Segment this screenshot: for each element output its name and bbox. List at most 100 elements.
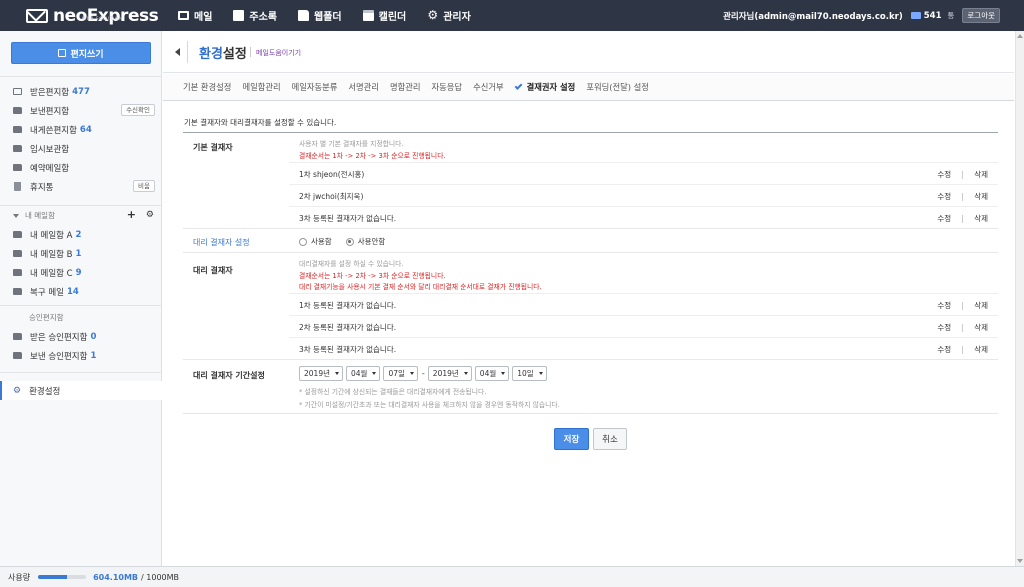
nav-mail[interactable]: 메일 <box>178 8 212 23</box>
logo[interactable]: neoExpress <box>26 5 159 27</box>
end-year-select[interactable]: 2019년 <box>427 366 472 381</box>
start-year-select[interactable]: 2019년 <box>299 366 343 381</box>
check-icon <box>514 81 522 90</box>
approver-text: 1차 등록된 결재자가 없습니다. <box>299 301 397 310</box>
sidebar-item-my-c[interactable]: 내 메일함 C 9 <box>0 263 162 282</box>
collapse-sidebar-icon[interactable] <box>175 48 180 56</box>
unread-count: 2 <box>75 229 82 240</box>
compose-button[interactable]: 편지쓰기 <box>11 42 151 64</box>
gear-icon[interactable]: ⚙ <box>146 210 154 220</box>
user-account[interactable]: 관리자님(admin@mail70.neodays.co.kr) <box>723 10 903 22</box>
delete-button[interactable]: 삭제 <box>974 213 988 224</box>
sidebar-item-drafts[interactable]: 임시보관함 <box>0 139 162 158</box>
list-item: 1차 shjeon(전시홍) 수정 삭제 <box>289 162 998 183</box>
list-item: 3차 등록된 결재자가 없습니다. 수정 삭제 <box>289 337 998 358</box>
my-mailbox-header[interactable]: 내 메일함 + ⚙ <box>0 206 162 225</box>
folder-icon <box>13 288 22 295</box>
delete-button[interactable]: 삭제 <box>974 322 988 333</box>
start-year-value: 2019년 <box>304 369 330 378</box>
approver-text: 3차 등록된 결재자가 없습니다. <box>299 214 397 223</box>
tab-forwarding[interactable]: 포워딩(전달) 설정 <box>586 81 649 93</box>
delete-button[interactable]: 삭제 <box>974 169 988 180</box>
unread-count: 477 <box>72 86 90 97</box>
sidebar-item-my-b[interactable]: 내 메일함 B 1 <box>0 244 162 263</box>
end-month-select[interactable]: 04월 <box>474 366 510 381</box>
nav-calendar[interactable]: 캘린더 <box>362 8 407 23</box>
list-item: 2차 등록된 결재자가 없습니다. 수정 삭제 <box>289 315 998 336</box>
read-receipt-button[interactable]: 수신확인 <box>121 104 155 116</box>
sidebar-item-recovered[interactable]: 복구 메일 14 <box>0 282 162 301</box>
approver-text: 3차 등록된 결재자가 없습니다. <box>299 345 397 354</box>
sidebar-item-settings[interactable]: ⚙ 환경설정 <box>0 381 162 400</box>
proxy-approver-label: 대리 결재자 <box>193 266 233 275</box>
nav-address-book[interactable]: 주소록 <box>233 8 277 23</box>
nav-web-folder[interactable]: 웹폴더 <box>298 8 342 23</box>
proxy-approver-section: 대리 결재자 대리결재자를 설정 하실 수 있습니다. 결재순서는 1차 -> … <box>183 253 998 360</box>
tab-auto-sort[interactable]: 메일자동분류 <box>292 81 338 93</box>
sidebar-item-scheduled[interactable]: 예약메일함 <box>0 158 162 177</box>
sidebar-item-my-a[interactable]: 내 메일함 A 2 <box>0 225 162 244</box>
tab-approver-settings[interactable]: 결재권자 설정 <box>514 81 575 93</box>
radio-use-label[interactable]: 사용함 <box>311 236 332 247</box>
scrollbar[interactable] <box>1015 31 1024 566</box>
top-bar: neoExpress WEB SOLUTION 메일 주소록 웹폴더 캘린더 ⚙… <box>0 0 1024 31</box>
page-title: 환경설정 <box>199 43 247 62</box>
mail-count[interactable]: 541 <box>910 11 941 21</box>
start-day-select[interactable]: 07일 <box>383 366 418 381</box>
list-item: 3차 등록된 결재자가 없습니다. 수정 삭제 <box>289 206 998 227</box>
edit-button[interactable]: 수정 <box>937 191 951 202</box>
edit-button[interactable]: 수정 <box>937 322 951 333</box>
tab-business-card[interactable]: 명함관리 <box>390 81 421 93</box>
logout-button[interactable]: 로그아웃 <box>962 8 1000 23</box>
logo-subtitle: WEB SOLUTION <box>82 17 123 22</box>
sidebar-item-approval-sent[interactable]: 보낸 승인편지함 1 <box>0 346 162 365</box>
delete-button[interactable]: 삭제 <box>974 191 988 202</box>
edit-button[interactable]: 수정 <box>937 344 951 355</box>
unread-count: 1 <box>90 350 97 361</box>
folder-icon <box>13 164 22 171</box>
edit-button[interactable]: 수정 <box>937 169 951 180</box>
top-right: 관리자님(admin@mail70.neodays.co.kr) 541 통 로… <box>723 0 1000 31</box>
save-button[interactable]: 저장 <box>554 428 589 450</box>
sidebar-item-inbox[interactable]: 받은편지함 477 <box>0 82 162 101</box>
sidebar-item-approval-received[interactable]: 받은 승인편지함 0 <box>0 327 162 346</box>
radio-not-use[interactable] <box>345 237 354 246</box>
nav-calendar-label: 캘린더 <box>378 12 407 23</box>
tab-block-sender[interactable]: 수신거부 <box>473 81 504 93</box>
cancel-button[interactable]: 취소 <box>593 428 627 450</box>
edit-button[interactable]: 수정 <box>937 300 951 311</box>
sidebar-item-label: 환경설정 <box>29 386 61 397</box>
help-link[interactable]: 메일도움이기기 <box>256 48 301 58</box>
radio-use[interactable] <box>299 237 307 246</box>
page-title-dark: 설정 <box>222 47 247 62</box>
my-mailbox-head-label: 내 메일함 <box>25 211 55 220</box>
proxy-period-section: 대리 결재자 기간설정 2019년 04월 07일 - 2019년 04월 10… <box>183 360 998 414</box>
gear-icon: ⚙ <box>427 8 439 22</box>
add-folder-icon[interactable]: + <box>127 209 136 221</box>
tab-auto-reply[interactable]: 자동응답 <box>432 81 463 93</box>
tab-mailbox-management[interactable]: 메일함관리 <box>242 81 280 93</box>
radio-not-use-label[interactable]: 사용안함 <box>358 236 386 247</box>
unread-count: 9 <box>75 267 82 278</box>
sidebar-item-label: 내 메일함 C <box>30 268 73 279</box>
empty-trash-button[interactable]: 비움 <box>133 180 155 192</box>
sidebar-item-trash[interactable]: 휴지통 비움 <box>0 177 162 196</box>
approver-actions: 수정 삭제 <box>937 344 988 355</box>
edit-button[interactable]: 수정 <box>937 213 951 224</box>
nav-admin[interactable]: ⚙ 관리자 <box>427 8 471 23</box>
web-folder-icon <box>298 10 310 21</box>
start-month-select[interactable]: 04월 <box>346 366 381 381</box>
delete-button[interactable]: 삭제 <box>974 300 988 311</box>
tab-signature[interactable]: 서명관리 <box>348 81 379 93</box>
scroll-up-icon[interactable] <box>1017 34 1023 38</box>
sidebar-item-label: 내 메일함 B <box>30 249 73 260</box>
sidebar-item-label: 예약메일함 <box>30 163 70 174</box>
scroll-down-icon[interactable] <box>1017 559 1023 563</box>
proxy-radio-group: 사용함 사용안함 <box>299 236 399 247</box>
end-day-select[interactable]: 10일 <box>512 366 547 381</box>
page-description: 기본 결재자와 대리결재자를 설정할 수 있습니다. <box>184 118 337 127</box>
tab-basic-settings[interactable]: 기본 환경설정 <box>183 81 231 93</box>
sidebar-item-to-me[interactable]: 내게쓴편지함 64 <box>0 120 162 139</box>
sidebar-item-sent[interactable]: 보낸편지함 수신확인 <box>0 101 162 120</box>
delete-button[interactable]: 삭제 <box>974 344 988 355</box>
